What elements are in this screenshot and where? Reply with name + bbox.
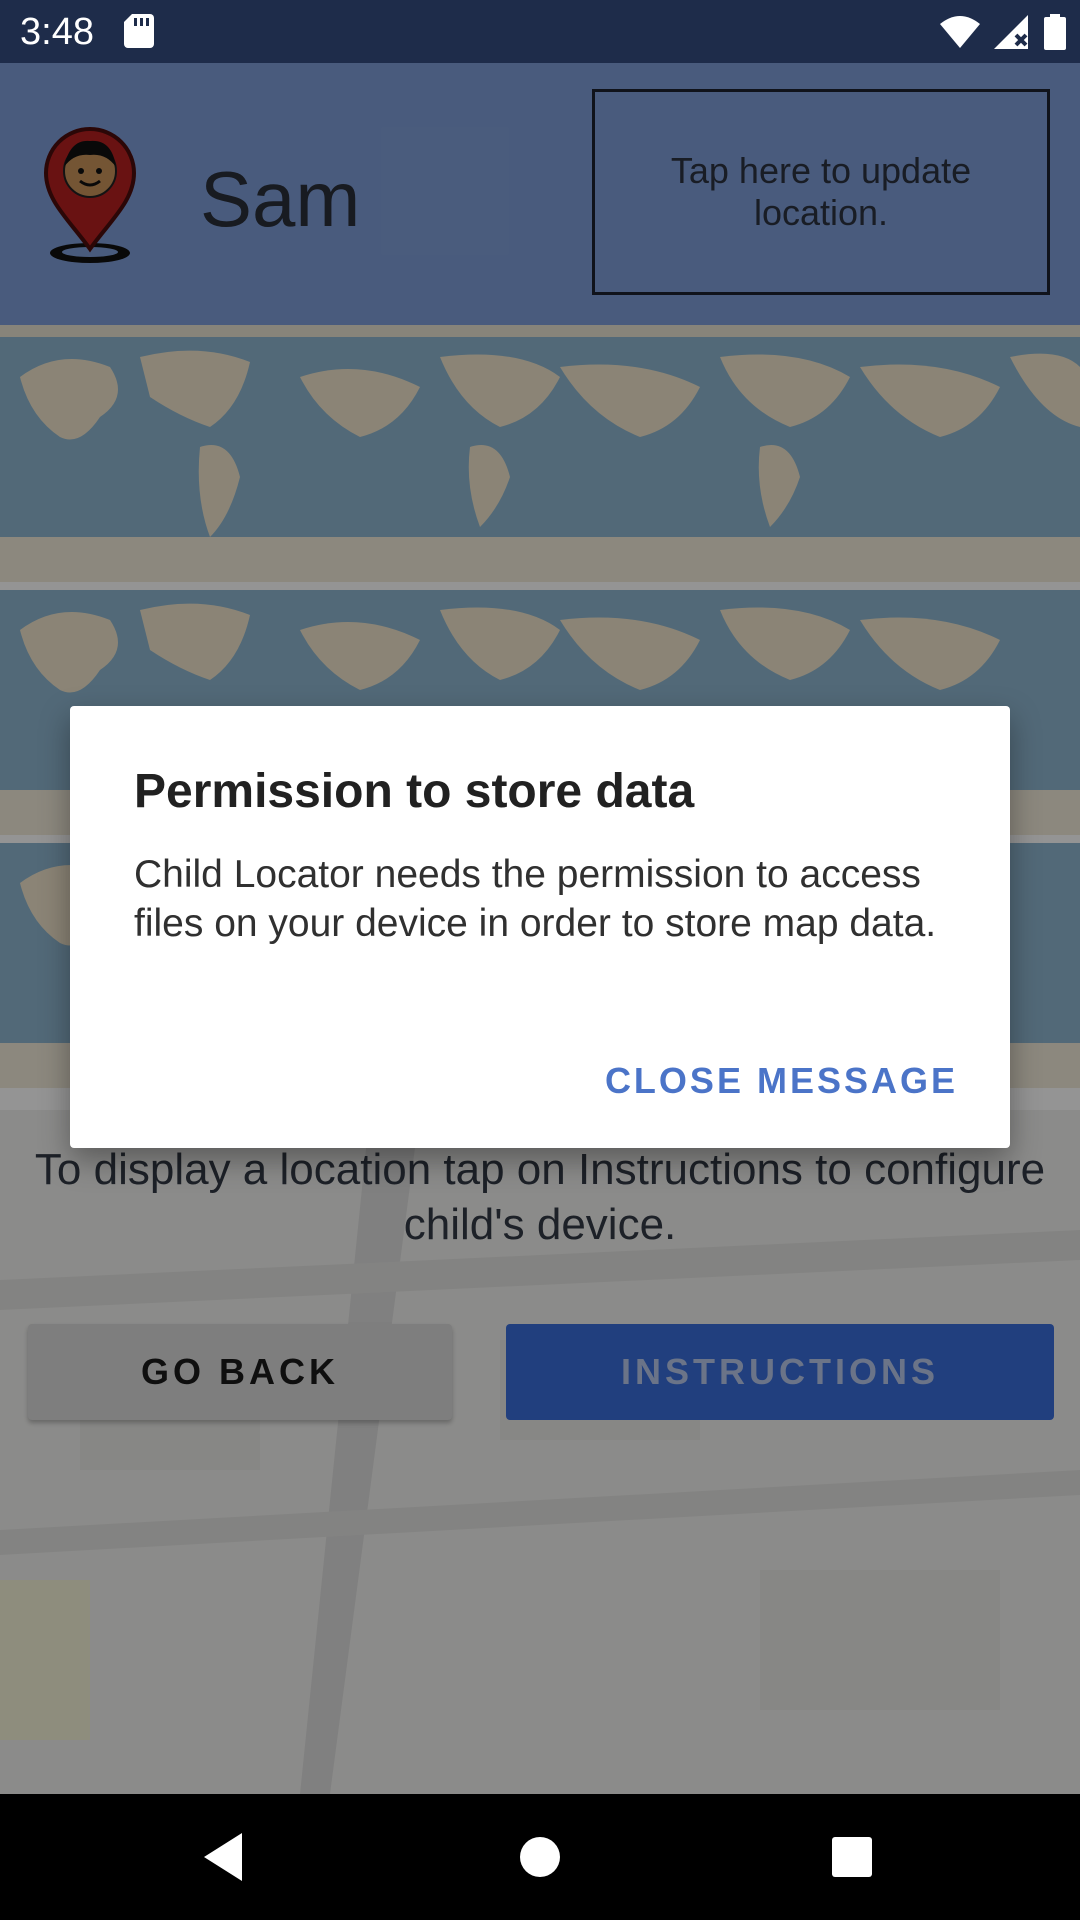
dialog-message: Child Locator needs the permission to ac… <box>134 853 937 945</box>
back-icon[interactable] <box>196 1827 256 1887</box>
home-icon[interactable] <box>510 1827 570 1887</box>
status-bar: 3:48 <box>0 0 1080 63</box>
sd-card-icon <box>124 14 154 48</box>
navigation-bar <box>0 1794 1080 1920</box>
close-message-button[interactable]: CLOSE MESSAGE <box>605 1051 958 1111</box>
dialog-title: Permission to store data <box>134 765 695 818</box>
wifi-icon <box>940 16 980 48</box>
battery-icon <box>1044 14 1066 50</box>
permission-dialog: Permission to store data Child Locator n… <box>70 706 1010 1148</box>
status-time: 3:48 <box>20 11 94 53</box>
recents-icon[interactable] <box>822 1827 882 1887</box>
cell-signal-icon <box>994 15 1028 49</box>
